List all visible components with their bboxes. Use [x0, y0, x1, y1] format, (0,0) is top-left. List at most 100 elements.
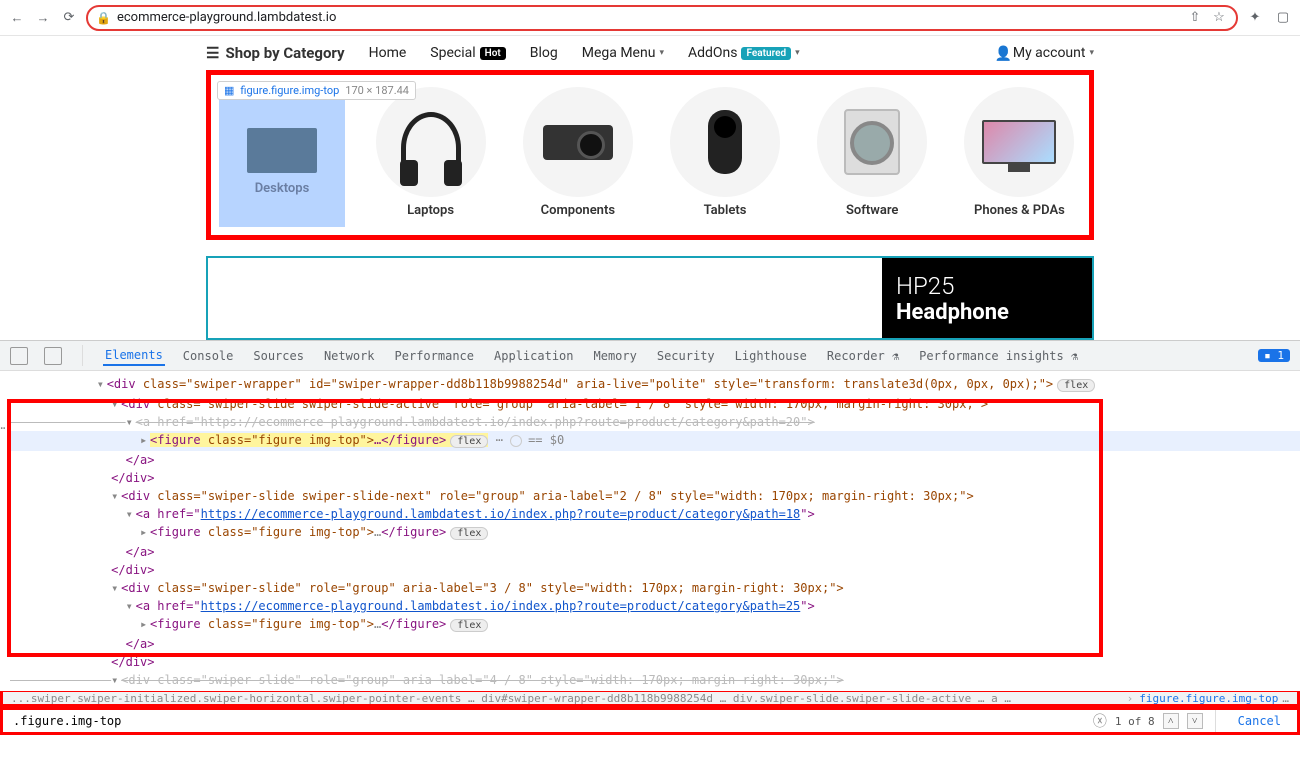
category-laptops[interactable]: Laptops [369, 87, 492, 227]
nav-my-account[interactable]: 👤 My account ▾ [995, 45, 1094, 61]
tab-security[interactable]: Security [655, 347, 717, 365]
collapsed-ellipsis: ⋯ [0, 421, 5, 435]
browser-toolbar: ← → ⟳ 🔒 ecommerce-playground.lambdatest.… [0, 0, 1300, 36]
clear-icon[interactable]: ⓧ [1093, 711, 1107, 731]
tab-recorder[interactable]: Recorder ⚗ [825, 347, 901, 365]
category-label: Software [846, 203, 898, 218]
dom-line[interactable]: </div> [10, 469, 1300, 487]
user-icon: 👤 [995, 46, 1009, 60]
promo-title: HP25 [896, 272, 1078, 300]
account-square-icon[interactable]: ▢ [1274, 9, 1292, 27]
dom-line[interactable]: </a> [10, 635, 1300, 653]
featured-badge: Featured [741, 47, 791, 60]
nav-my-account-label: My account [1013, 45, 1086, 61]
category-phones-pdas[interactable]: Phones & PDAs [958, 87, 1081, 227]
address-bar[interactable]: 🔒 ecommerce-playground.lambdatest.io ⇧ ☆ [86, 5, 1238, 31]
reload-icon[interactable]: ⟳ [60, 9, 78, 27]
dom-line[interactable]: </a> [10, 451, 1300, 469]
dom-line[interactable]: ▾<div class="swiper-slide" role="group" … [10, 579, 1300, 597]
dom-line[interactable]: ▾<div class="swiper-wrapper" id="swiper-… [10, 375, 1300, 395]
shop-by-category-button[interactable]: ☰ Shop by Category [206, 44, 345, 62]
washing-machine-icon [844, 109, 900, 175]
tab-lighthouse[interactable]: Lighthouse [733, 347, 809, 365]
desktop-icon [247, 128, 317, 173]
dom-line[interactable]: ▾<a href="https://ecommerce-playground.l… [10, 597, 1300, 615]
hamburger-icon: ☰ [206, 44, 219, 62]
category-software[interactable]: Software [811, 87, 934, 227]
breadcrumb-more[interactable]: … [1282, 692, 1289, 705]
nav-mega-menu-label: Mega Menu [582, 45, 656, 61]
issues-badge[interactable]: ▪ 1 [1258, 349, 1290, 362]
category-components[interactable]: Components [516, 87, 639, 227]
star-icon[interactable]: ☆ [1210, 9, 1228, 27]
share-icon[interactable]: ⇧ [1186, 9, 1204, 27]
cancel-button[interactable]: Cancel [1238, 714, 1281, 728]
category-label: Tablets [704, 203, 747, 218]
find-input[interactable] [9, 712, 1085, 730]
nav-blog[interactable]: Blog [530, 45, 558, 61]
chevron-down-icon: ▾ [1089, 48, 1094, 58]
flask-icon: ⚗ [1071, 349, 1078, 363]
breadcrumb[interactable]: ...swiper.swiper-initialized.swiper-hori… [0, 689, 1300, 707]
inspect-element-icon: ▦ [224, 84, 234, 97]
nav-addons-label: AddOns [688, 45, 738, 61]
nav-special-label: Special [430, 45, 475, 61]
extensions-icon[interactable]: ✦ [1246, 9, 1264, 27]
category-label: Desktops [255, 181, 310, 196]
nav-mega-menu[interactable]: Mega Menu ▾ [582, 45, 664, 61]
tab-network[interactable]: Network [322, 347, 377, 365]
tab-console[interactable]: Console [181, 347, 236, 365]
dom-line[interactable]: ▸<figure class="figure img-top">…</figur… [10, 523, 1300, 543]
projector-icon [543, 125, 613, 160]
inspect-tooltip-selector: figure.figure.img-top [240, 84, 339, 97]
tab-performance[interactable]: Performance [393, 347, 476, 365]
tab-performance-insights[interactable]: Performance insights ⚗ [917, 347, 1080, 365]
camera-icon [708, 110, 742, 174]
tab-memory[interactable]: Memory [592, 347, 639, 365]
forward-icon[interactable]: → [34, 9, 52, 27]
find-prev-button[interactable]: ˄ [1163, 713, 1179, 729]
back-icon[interactable]: ← [8, 9, 26, 27]
inspect-tooltip: ▦ figure.figure.img-top 170 × 187.44 [217, 81, 416, 100]
shop-by-category-label: Shop by Category [225, 44, 344, 62]
tab-elements[interactable]: Elements [103, 346, 165, 366]
monitor-icon [982, 120, 1056, 164]
dom-line[interactable]: </div> [10, 653, 1300, 671]
inspect-picker-icon[interactable] [10, 347, 28, 365]
dom-line[interactable]: </div> [10, 561, 1300, 579]
dom-tree[interactable]: ⋯ ▾<div class="swiper-wrapper" id="swipe… [0, 371, 1300, 691]
category-tablets[interactable]: Tablets [663, 87, 786, 227]
find-count: 1 of 8 [1115, 715, 1155, 728]
chevron-down-icon: ▾ [795, 48, 800, 58]
tab-sources[interactable]: Sources [251, 347, 306, 365]
promo-banner[interactable]: HP25 Headphone [206, 256, 1094, 340]
lock-icon: 🔒 [96, 11, 111, 25]
dom-line[interactable]: ▾<a href="https://ecommerce-playground.l… [10, 413, 1300, 431]
tab-application[interactable]: Application [492, 347, 575, 365]
find-bar: ⓧ 1 of 8 ˄ ˅ Cancel [0, 707, 1300, 735]
category-label: Laptops [407, 203, 454, 218]
nav-home[interactable]: Home [369, 45, 407, 61]
headphones-icon [401, 112, 461, 172]
category-desktops[interactable]: Desktops [219, 87, 345, 227]
dom-line[interactable]: ▾<div class="swiper-slide swiper-slide-a… [10, 395, 1300, 413]
dom-line[interactable]: ▾<div class="swiper-slide" role="group" … [10, 671, 1300, 689]
category-label: Phones & PDAs [974, 203, 1065, 218]
dom-line[interactable]: ▾<a href="https://ecommerce-playground.l… [10, 505, 1300, 523]
dom-line-selected[interactable]: ▸<figure class="figure img-top">…</figur… [10, 431, 1300, 451]
find-next-button[interactable]: ˅ [1187, 713, 1203, 729]
dom-line[interactable]: ▾<div class="swiper-slide swiper-slide-n… [10, 487, 1300, 505]
dom-line[interactable]: ▸<figure class="figure img-top">…</figur… [10, 615, 1300, 635]
breadcrumb-current: figure.figure.img-top [1139, 692, 1278, 705]
chevron-down-icon: ▾ [659, 48, 664, 58]
devtools-tabbar: Elements Console Sources Network Perform… [0, 341, 1300, 371]
nav-special[interactable]: Special Hot [430, 45, 505, 61]
category-label: Components [541, 203, 615, 218]
device-toolbar-icon[interactable] [44, 347, 62, 365]
dom-line[interactable]: </a> [10, 543, 1300, 561]
flask-icon: ⚗ [892, 349, 899, 363]
nav-addons[interactable]: AddOns Featured ▾ [688, 45, 800, 61]
hot-badge: Hot [480, 47, 506, 60]
breadcrumb-trail: ...swiper.swiper-initialized.swiper-hori… [11, 692, 1121, 705]
devtools-panel: Elements Console Sources Network Perform… [0, 340, 1300, 735]
